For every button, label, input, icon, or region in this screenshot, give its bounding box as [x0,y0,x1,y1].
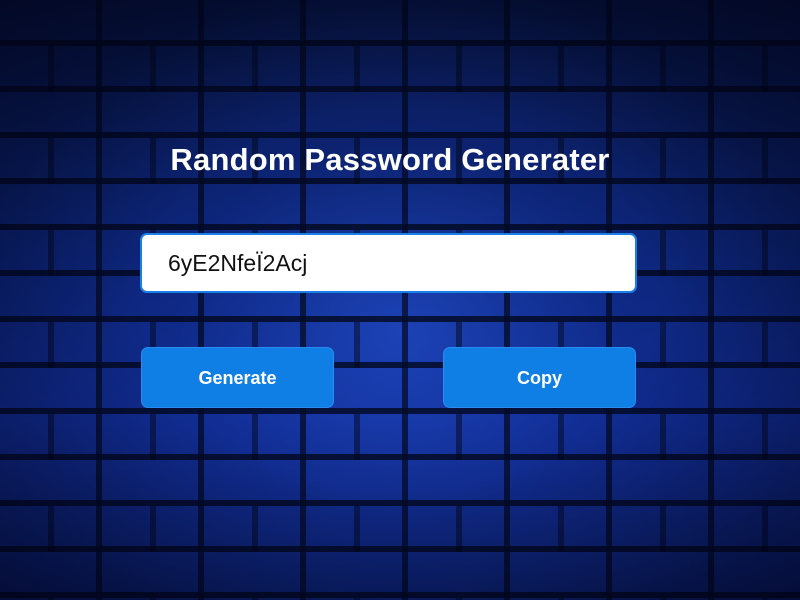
generate-button[interactable]: Generate [141,347,334,408]
password-output-field[interactable] [140,233,637,293]
background-vignette [0,0,800,600]
copy-button[interactable]: Copy [443,347,636,408]
page-title: Random Password Generater [170,142,610,177]
